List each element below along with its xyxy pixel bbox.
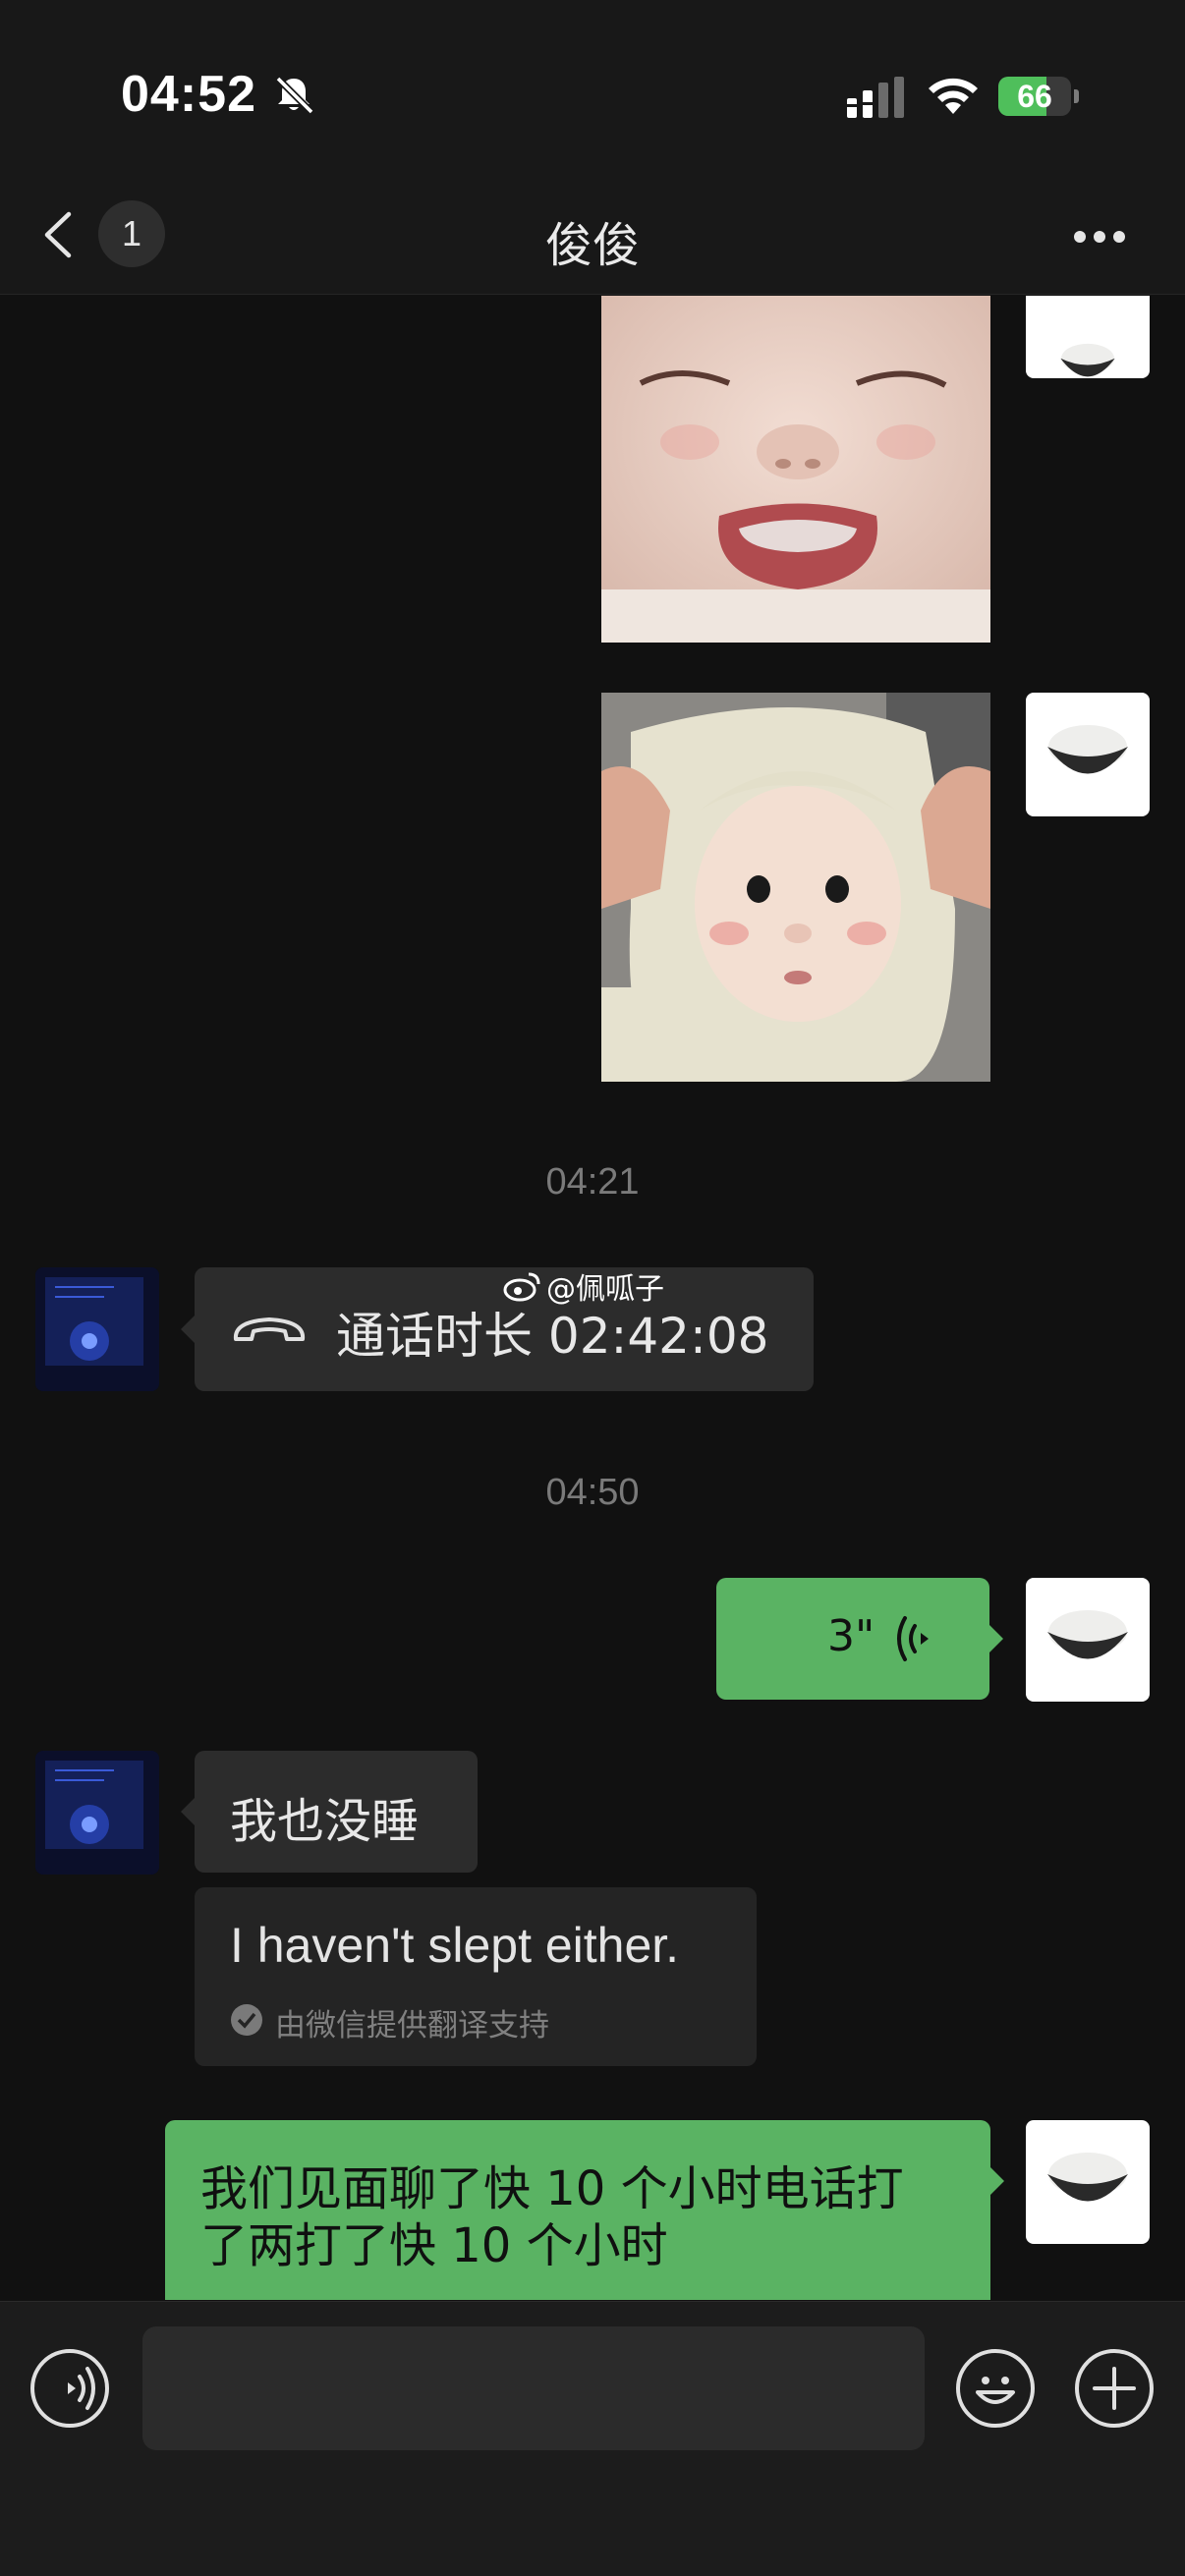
voice-wave-icon [897,1616,929,1661]
timestamp: 04:21 [545,1161,640,1203]
status-time: 04:52 [121,66,256,123]
message-text-line-2: 了两打了快 10 个小时 [200,2218,668,2273]
contact-avatar-image [35,1267,159,1391]
bell-slash-icon [275,76,314,115]
image-message-baby-towel[interactable] [601,693,990,1082]
battery-icon: 66 [998,77,1079,116]
weibo-icon [503,1272,540,1302]
voice-message-bubble[interactable]: 3" [716,1578,1003,1700]
more-functions-button[interactable] [1075,2349,1154,2428]
plus-icon [1093,2367,1136,2410]
chat-title: 俊俊 [544,218,640,273]
unread-count-badge: 1 [98,200,165,267]
status-bar: 04:52 66 [0,0,1185,177]
emoji-button[interactable] [956,2349,1035,2428]
text-message-bubble[interactable]: 我们见面聊了快 10 个小时电话打 了两打了快 10 个小时 [165,2120,1004,2300]
watermark: @佩呱子 [503,1264,664,1308]
voice-duration: 3" [827,1611,875,1661]
my-avatar[interactable] [1026,1578,1150,1702]
translation-card[interactable]: I haven't slept either. 由微信提供翻译支持 [195,1887,757,2066]
my-avatar[interactable] [1026,296,1150,378]
wifi-icon [929,78,978,114]
back-icon [44,211,72,258]
contact-avatar[interactable] [35,1267,159,1391]
voice-input-button[interactable] [30,2349,109,2428]
translation-note: 由微信提供翻译支持 [275,2008,549,2044]
crying-baby-photo [601,296,990,643]
image-message-crying-baby[interactable] [601,296,990,643]
watermark-text: @佩呱子 [546,1272,664,1307]
contact-avatar-image [35,1751,159,1875]
baby-towel-photo [601,693,990,1082]
emoji-icon [976,2377,1015,2404]
my-avatar[interactable] [1026,693,1150,816]
message-input[interactable] [142,2326,925,2450]
text-message-bubble[interactable]: 我也没睡 [181,1751,478,1873]
voice-input-icon [68,2367,95,2410]
my-avatar[interactable] [1026,2120,1150,2244]
message-list[interactable]: 04:21 通话时长 02:42:08 @佩呱子 04:50 3" 我也没睡 I… [0,296,1185,2300]
rice-bowl-icon [1060,343,1115,377]
timestamp: 04:50 [545,1472,640,1513]
phone-icon [233,1317,306,1341]
rice-bowl-icon [1047,1610,1128,1659]
rice-bowl-icon [1047,725,1128,774]
signal-icon [847,77,904,118]
back-button[interactable]: 1 [39,200,177,269]
check-circle-icon [231,2004,262,2036]
chat-nav-bar: 1 俊俊 [0,177,1185,295]
battery-level: 66 [1017,79,1052,114]
input-bar [0,2301,1185,2576]
message-text: 我也没睡 [230,1794,420,1849]
contact-avatar[interactable] [35,1751,159,1875]
translation-text: I haven't slept either. [230,1918,680,1973]
more-button[interactable] [1065,216,1134,255]
rice-bowl-icon [1047,2153,1128,2202]
